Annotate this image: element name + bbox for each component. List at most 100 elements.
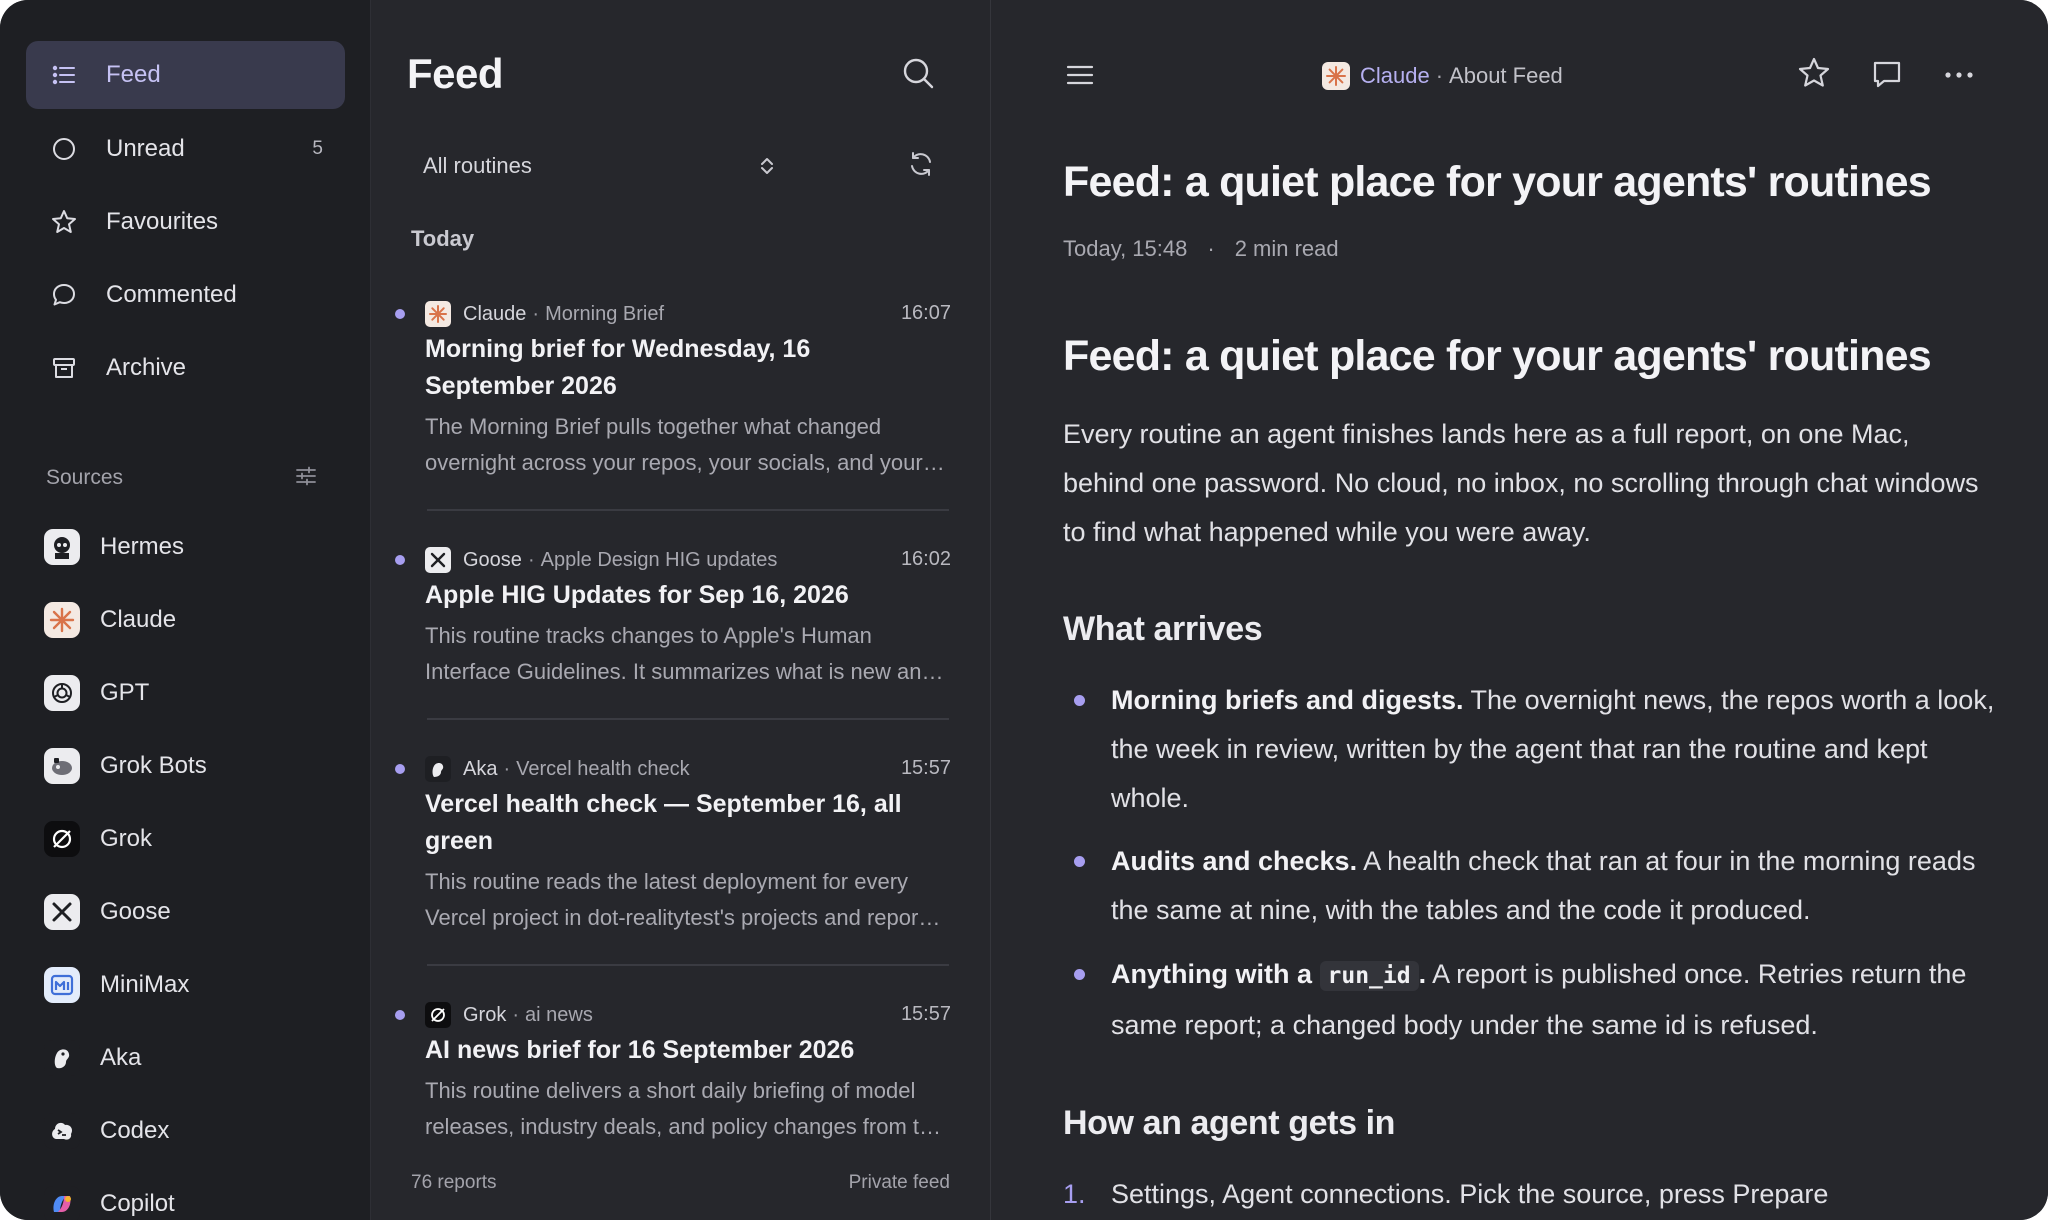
card-meta: Aka · Vercel health check [425, 755, 690, 783]
read-time: 2 min read [1234, 236, 1339, 261]
source-label: Aka [100, 1044, 142, 1071]
bullet-item: Morning briefs and digests. The overnigh… [1063, 676, 2003, 823]
search-icon[interactable] [901, 56, 935, 90]
reader-panel: Claude · About Feed Feed: a quiet place … [991, 0, 2048, 1220]
divider [427, 718, 949, 720]
divider [427, 964, 949, 966]
more-options-icon[interactable] [1943, 60, 1975, 90]
nav-label: Feed [106, 61, 161, 88]
copilot-icon [44, 1186, 80, 1220]
routine-filter-select[interactable]: All routines [407, 144, 787, 188]
goose-icon [425, 547, 451, 573]
star-icon[interactable] [1797, 56, 1831, 90]
article-title: Feed: a quiet place for your agents' rou… [1063, 158, 1932, 206]
source-label: Goose [100, 898, 171, 925]
circle-icon [48, 133, 80, 165]
body-paragraph: Every routine an agent finishes lands he… [1063, 419, 1979, 547]
claude-icon [44, 602, 80, 638]
source-item-grok[interactable]: Grok [26, 808, 345, 870]
card-source: Grok [463, 1003, 507, 1026]
source-item-aka[interactable]: Aka [26, 1027, 345, 1089]
report-card[interactable]: Claude · Morning Brief 16:07 Morning bri… [371, 292, 991, 512]
meta-separator: · [1207, 236, 1215, 261]
unread-dot [395, 1010, 405, 1020]
breadcrumb-source-link[interactable]: Claude [1360, 63, 1430, 89]
report-card[interactable]: Goose · Apple Design HIG updates 16:02 A… [371, 538, 991, 720]
bullet-lead: Morning briefs and digests. [1111, 685, 1464, 715]
bullet-item: Audits and checks. A health check that r… [1063, 837, 2003, 935]
routine-filter-value: All routines [423, 153, 532, 178]
card-title: Morning brief for Wednesday, 16 Septembe… [425, 335, 811, 400]
card-meta: Claude · Morning Brief [425, 300, 664, 328]
card-excerpt: This routine tracks changes to Apple's H… [425, 623, 934, 684]
comment-icon[interactable] [1871, 58, 1903, 90]
card-routine: ai news [525, 1003, 593, 1026]
source-item-goose[interactable]: Goose [26, 881, 345, 943]
inline-code: run_id [1319, 961, 1419, 991]
source-label: MiniMax [100, 971, 190, 998]
grok-icon [44, 821, 80, 857]
grok-bots-icon [44, 748, 80, 784]
claude-icon [1322, 62, 1350, 90]
unread-dot [395, 309, 405, 319]
unread-count-badge: 5 [312, 138, 323, 159]
breadcrumb-page: About Feed [1449, 63, 1563, 88]
source-item-codex[interactable]: Codex [26, 1100, 345, 1162]
unread-dot [395, 555, 405, 565]
card-routine: Vercel health check [516, 757, 690, 780]
sources-title: Sources [46, 466, 124, 489]
claude-icon [425, 301, 451, 327]
meta-separator: · [503, 757, 511, 780]
sliders-icon[interactable] [294, 464, 318, 493]
unread-dot [395, 764, 405, 774]
minimax-icon [44, 967, 80, 1003]
divider [427, 509, 949, 511]
section-label-today: Today [411, 226, 475, 251]
report-count: 76 reports [411, 1172, 497, 1193]
card-routine: Morning Brief [545, 302, 664, 325]
breadcrumb-separator: · [1435, 63, 1444, 88]
nav-item-feed[interactable]: Feed [26, 41, 345, 109]
source-label: Grok Bots [100, 752, 207, 779]
nav-item-unread[interactable]: Unread 5 [26, 115, 345, 183]
card-excerpt: The Morning Brief pulls together what ch… [425, 414, 923, 475]
chevron-up-down-icon [755, 154, 779, 178]
refresh-icon[interactable] [907, 150, 935, 178]
codex-icon [44, 1113, 80, 1149]
source-item-minimax[interactable]: MiniMax [26, 954, 345, 1016]
feed-visibility-label: Private feed [848, 1172, 950, 1193]
source-item-copilot[interactable]: Copilot [26, 1173, 345, 1220]
report-card[interactable]: Aka · Vercel health check 15:57 Vercel h… [371, 747, 991, 967]
menu-icon[interactable] [1065, 60, 1095, 90]
bullet-marker [1074, 969, 1085, 980]
meta-separator: · [532, 302, 540, 325]
card-meta: Goose · Apple Design HIG updates [425, 546, 777, 574]
report-card[interactable]: Grok · ai news 15:57 AI news brief for 1… [371, 993, 991, 1143]
card-excerpt: This routine delivers a short daily brie… [425, 1078, 944, 1139]
meta-separator: · [527, 548, 535, 571]
source-label: GPT [100, 679, 150, 706]
card-time: 16:02 [900, 548, 951, 570]
card-excerpt: This routine reads the latest deployment… [425, 869, 936, 930]
bullet-lead: Anything with a [1111, 959, 1320, 989]
nav-item-archive[interactable]: Archive [26, 334, 345, 402]
comment-icon [48, 279, 80, 311]
list-icon [48, 59, 80, 91]
nav-item-commented[interactable]: Commented [26, 261, 345, 329]
section-heading-agent: How an agent gets in [1063, 1104, 1396, 1142]
card-routine: Apple Design HIG updates [540, 548, 778, 571]
source-label: Grok [100, 825, 153, 852]
card-title: Vercel health check — September 16, all … [425, 790, 902, 855]
source-item-gpt[interactable]: GPT [26, 662, 345, 724]
sidebar: Feed Unread 5 Favourites Commented Archi… [0, 0, 371, 1220]
source-item-hermes[interactable]: Hermes [26, 516, 345, 578]
source-item-grok-bots[interactable]: Grok Bots [26, 735, 345, 797]
star-icon [48, 206, 80, 238]
bullet-marker [1074, 695, 1085, 706]
nav-item-favourites[interactable]: Favourites [26, 188, 345, 256]
card-title: Apple HIG Updates for Sep 16, 2026 [425, 581, 849, 609]
bullet-item: Anything with a run_id. A report is publ… [1063, 950, 2003, 1050]
source-item-claude[interactable]: Claude [26, 589, 345, 651]
breadcrumb: Claude · About Feed [1322, 60, 1563, 92]
sources-header: Sources [46, 464, 318, 492]
